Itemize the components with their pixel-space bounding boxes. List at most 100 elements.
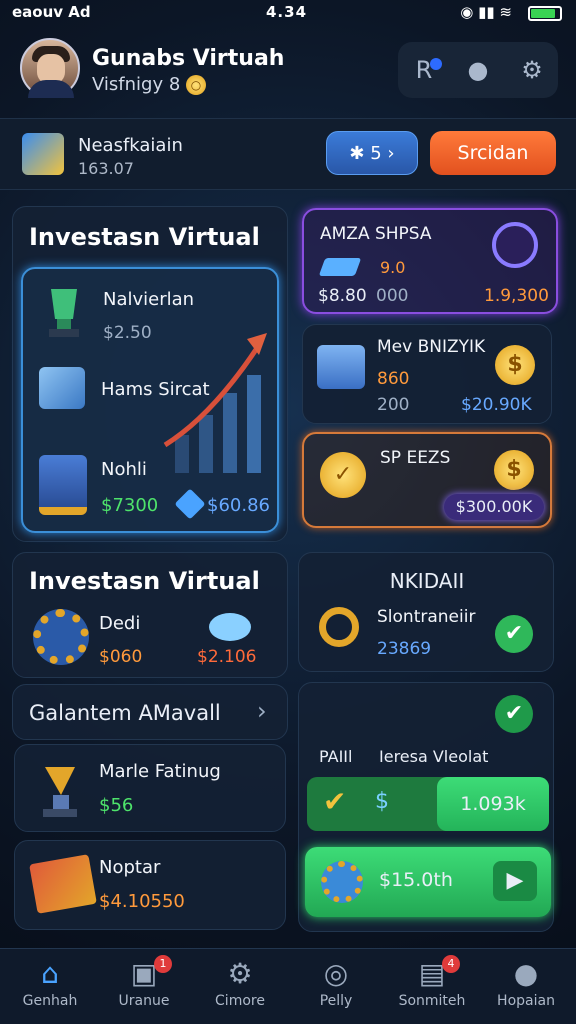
nav-chat[interactable]: ▤ 4 Sonmiteh — [384, 955, 480, 1009]
stock-card-3[interactable]: ✓ SP EEZS $ $300.00K — [302, 432, 552, 528]
nav-settings[interactable]: ⚙ Cimore — [192, 955, 288, 1009]
card2-v2: 200 — [377, 395, 410, 415]
profile-header: Gunabs Virtuah Visfnigy 8 ○ R ● ⚙ — [0, 26, 576, 116]
trophy-icon — [37, 283, 91, 343]
card1-v3: 000 — [376, 286, 409, 306]
magnifier-icon — [319, 607, 359, 647]
statue-icon — [37, 761, 83, 819]
panel-title: Investasn Virtual — [29, 223, 260, 251]
account-value: 163.07 — [78, 159, 134, 178]
item-label-1: Nalvierlan — [103, 289, 195, 310]
investment-list: Nalvierlan $2.50 Hams Sircat Nohli $7300… — [21, 267, 279, 533]
avatar[interactable] — [20, 38, 80, 98]
dollar-coin-icon: $ — [495, 345, 535, 385]
check-circle-icon: ✔ — [495, 695, 533, 733]
inbox-icon: ▣ — [130, 957, 158, 990]
box-icon — [39, 367, 85, 409]
gear-badge-icon — [321, 861, 363, 903]
card1-title: AMZA SHPSA — [320, 224, 432, 244]
nav-user[interactable]: ● Hopaian — [478, 955, 574, 1009]
card3-title: SP EEZS — [380, 448, 451, 468]
list1-label: Marle Fatinug — [99, 761, 221, 782]
signal-icon: ◉ ▮▮ ≋ — [460, 3, 512, 21]
user-icon: ● — [513, 957, 539, 990]
dollar-coin-icon-2: $ — [494, 450, 534, 490]
box-orange-icon — [29, 854, 97, 914]
status-time: 4.34 — [266, 3, 308, 21]
gear-icon: ⚙ — [227, 957, 253, 990]
card1-v4: 1.9,300 — [484, 286, 549, 306]
chest-icon — [317, 345, 365, 389]
cash-icon — [318, 258, 362, 276]
card1-v1: 9.0 — [380, 258, 406, 277]
portal-icon — [492, 222, 538, 268]
check-gold-icon: ✔ — [323, 785, 347, 818]
nav-compass[interactable]: ◎ Pelly — [288, 955, 384, 1009]
status-carrier: eaouv Ad — [12, 3, 91, 21]
panel2-v1: $060 — [99, 647, 143, 667]
nav-home[interactable]: ⌂ Genhah — [2, 955, 98, 1009]
card2-title: Mev BNIZYIK — [377, 337, 486, 357]
status-value: 23869 — [377, 639, 432, 659]
rank-icon[interactable]: R — [406, 52, 442, 88]
pair-row[interactable]: ✔ $ 1.093k — [307, 777, 549, 831]
cta-button[interactable]: $15.0th ▶ — [305, 847, 551, 917]
notification-dot — [430, 58, 442, 70]
bubble-icon — [209, 613, 251, 641]
pair-panel: ✔ PAIIl Ieresa Vleolat ✔ $ 1.093k $15.0t… — [298, 682, 554, 932]
pair-label: PAIIl — [319, 747, 353, 766]
cta-label: $15.0th — [379, 869, 453, 891]
growth-chart-icon — [163, 333, 267, 473]
header-actions: R ● ⚙ — [398, 42, 558, 98]
galantem-row[interactable]: Galantem AMavall › — [12, 684, 288, 740]
panel2-v2: $2.106 — [197, 647, 257, 667]
pair-value: 1.093k — [437, 777, 549, 831]
profile-icon[interactable]: ● — [460, 52, 496, 88]
stock-card-1[interactable]: AMZA SHPSA 9.0 $8.80 000 1.9,300 — [302, 208, 558, 314]
status-panel: NKIDAII Slontraneiir 23869 ✔ — [298, 552, 554, 672]
boost-button[interactable]: ✱ 5 › — [326, 131, 418, 175]
card1-v2: $8.80 — [318, 286, 367, 306]
status-panel-title: NKIDAII — [389, 569, 465, 593]
bottom-nav: ⌂ Genhah ▣ 1 Uranue ⚙ Cimore ◎ Pelly ▤ 4… — [0, 948, 576, 1024]
coin-icon: ○ — [186, 75, 207, 95]
list2-label: Noptar — [99, 857, 161, 878]
check-icon: ✔ — [495, 615, 533, 653]
gear-coin-icon — [33, 609, 89, 665]
pair-sub: Ieresa Vleolat — [379, 747, 489, 766]
nav-inbox[interactable]: ▣ 1 Uranue — [96, 955, 192, 1009]
investment-panel-2: Investasn Virtual Dedi $060 $2.106 — [12, 552, 288, 678]
galantem-label: Galantem AMavall — [29, 701, 221, 725]
account-title: Neasfkaiain — [78, 135, 183, 156]
item-value-3b: $60.86 — [207, 495, 270, 516]
stock-card-2[interactable]: Mev BNIZYIK $ 860 200 $20.90K — [302, 324, 552, 424]
account-bar: Neasfkaiain 163.07 ✱ 5 › Srcidan — [0, 118, 576, 190]
list2-value: $4.10550 — [99, 891, 185, 912]
card2-v3: $20.90K — [461, 395, 532, 415]
item-label-2: Hams Sircat — [101, 379, 210, 400]
card2-v1: 860 — [377, 369, 410, 389]
panel2-title: Investasn Virtual — [29, 567, 260, 595]
item-value-1: $2.50 — [103, 323, 152, 343]
machine-icon — [39, 455, 87, 515]
investment-panel: Investasn Virtual Nalvierlan $2.50 Hams … — [12, 206, 288, 542]
compass-icon: ◎ — [323, 957, 349, 990]
gem-icon — [174, 488, 206, 520]
list1-value: $56 — [99, 795, 134, 816]
list-item-2[interactable]: Noptar $4.10550 — [14, 840, 286, 930]
list-item-1[interactable]: Marle Fatinug $56 — [14, 744, 286, 832]
gold-coin-icon: ✓ — [320, 452, 366, 498]
item-label-3: Nohli — [101, 459, 147, 480]
home-icon: ⌂ — [41, 957, 59, 990]
nav-badge-4: 4 — [442, 955, 460, 973]
user-level: Visfnigy 8 ○ — [92, 74, 207, 95]
status-label: Slontraneiir — [377, 607, 476, 627]
status-bar: eaouv Ad 4.34 ◉ ▮▮ ≋ — [0, 0, 576, 26]
card3-value: $300.00K — [444, 494, 544, 520]
action-button[interactable]: Srcidan — [430, 131, 556, 175]
item-value-3a: $7300 — [101, 495, 159, 516]
chevron-right-icon: › — [257, 697, 267, 725]
battery-icon — [528, 6, 562, 21]
gear-icon[interactable]: ⚙ — [514, 52, 550, 88]
wallet-icon — [22, 133, 64, 175]
